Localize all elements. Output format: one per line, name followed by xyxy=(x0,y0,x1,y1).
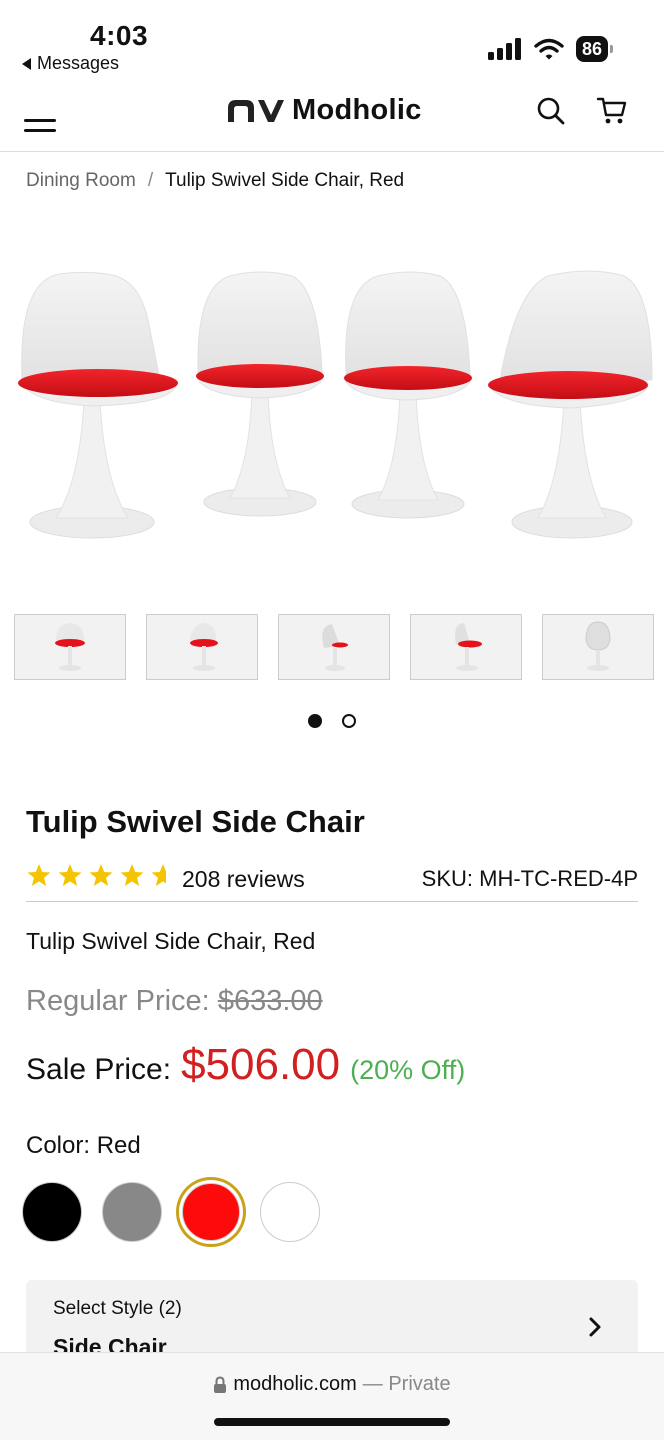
status-icons: 86 xyxy=(487,36,614,62)
back-triangle-icon xyxy=(22,57,31,70)
battery-indicator: 86 xyxy=(575,36,614,62)
pagination-dot-1[interactable] xyxy=(308,714,322,728)
chair-thumb-icon xyxy=(55,623,85,671)
logo-text: Modholic xyxy=(292,94,422,126)
variant-name: Tulip Swivel Side Chair, Red xyxy=(26,928,316,954)
breadcrumb-current: Tulip Swivel Side Chair, Red xyxy=(165,170,405,191)
chevron-right-icon xyxy=(589,1317,601,1337)
chair-image-2 xyxy=(195,271,325,517)
lock-icon xyxy=(214,1375,227,1393)
url-domain: modholic.com xyxy=(233,1373,357,1395)
swatch-black[interactable] xyxy=(22,1182,82,1242)
thumbnail-2[interactable] xyxy=(146,614,258,680)
browser-url-bar[interactable]: modholic.com — Private xyxy=(0,1352,664,1440)
search-icon[interactable] xyxy=(536,96,566,126)
sale-price-value: $506.00 xyxy=(181,1040,341,1089)
chair-image-3 xyxy=(343,271,473,519)
pagination-dot-2[interactable] xyxy=(342,714,356,728)
regular-price-label: Regular Price: xyxy=(26,985,210,1017)
sale-price-label: Sale Price: xyxy=(26,1053,172,1086)
reviews-link[interactable]: 208 reviews xyxy=(182,866,305,893)
url-display[interactable]: modholic.com — Private xyxy=(0,1373,664,1396)
color-swatches xyxy=(22,1182,320,1242)
site-header: Modholic xyxy=(0,80,664,152)
color-label: Color: Red xyxy=(26,1132,141,1159)
thumbnail-3[interactable] xyxy=(278,614,390,680)
back-to-messages[interactable]: Messages xyxy=(22,53,119,74)
chair-thumb-icon xyxy=(190,623,218,671)
breadcrumb: Dining Room / Tulip Swivel Side Chair, R… xyxy=(26,170,404,192)
chair-image-4 xyxy=(487,270,653,539)
thumbnail-1[interactable] xyxy=(14,614,126,680)
swatch-red-selected[interactable] xyxy=(182,1183,240,1241)
sale-price: Sale Price: $506.00 (20% Off) xyxy=(26,1040,465,1090)
home-indicator[interactable] xyxy=(214,1418,450,1426)
cart-icon[interactable] xyxy=(596,96,628,126)
swatch-gray[interactable] xyxy=(102,1182,162,1242)
five-stars-icon xyxy=(27,864,166,886)
thumbnail-4[interactable] xyxy=(410,614,522,680)
status-bar: 4:03 Messages 86 xyxy=(0,0,664,80)
chair-image-1 xyxy=(18,271,178,539)
regular-price-value: $633.00 xyxy=(217,985,323,1017)
sku-text: SKU: MH-TC-RED-4P xyxy=(421,866,638,891)
product-hero-image[interactable] xyxy=(0,230,664,590)
menu-icon[interactable] xyxy=(24,98,58,132)
discount-badge: (20% Off) xyxy=(350,1055,466,1085)
breadcrumb-dining-room[interactable]: Dining Room xyxy=(26,170,136,192)
regular-price: Regular Price: $633.00 xyxy=(26,985,323,1018)
select-style-label: Select Style (2) xyxy=(53,1298,182,1319)
star-rating[interactable] xyxy=(26,862,166,890)
private-mode-label: — Private xyxy=(362,1373,451,1395)
thumbnail-strip xyxy=(14,614,654,680)
site-logo[interactable]: Modholic xyxy=(226,94,422,127)
signal-icon xyxy=(487,38,521,60)
swatch-white[interactable] xyxy=(260,1182,320,1242)
status-time: 4:03 xyxy=(90,20,149,51)
thumbnail-5[interactable] xyxy=(542,614,654,680)
back-messages-label: Messages xyxy=(37,53,120,73)
gallery-pagination xyxy=(308,714,356,728)
chair-thumb-icon xyxy=(455,623,482,671)
breadcrumb-separator: / xyxy=(147,170,154,191)
product-title: Tulip Swivel Side Chair xyxy=(26,804,365,839)
chair-thumb-icon xyxy=(585,621,611,671)
wifi-icon xyxy=(534,38,564,60)
rating-row: 208 reviews SKU: MH-TC-RED-4P xyxy=(26,862,638,902)
chair-thumb-icon xyxy=(322,624,348,671)
modholic-logo-mark xyxy=(228,99,284,122)
